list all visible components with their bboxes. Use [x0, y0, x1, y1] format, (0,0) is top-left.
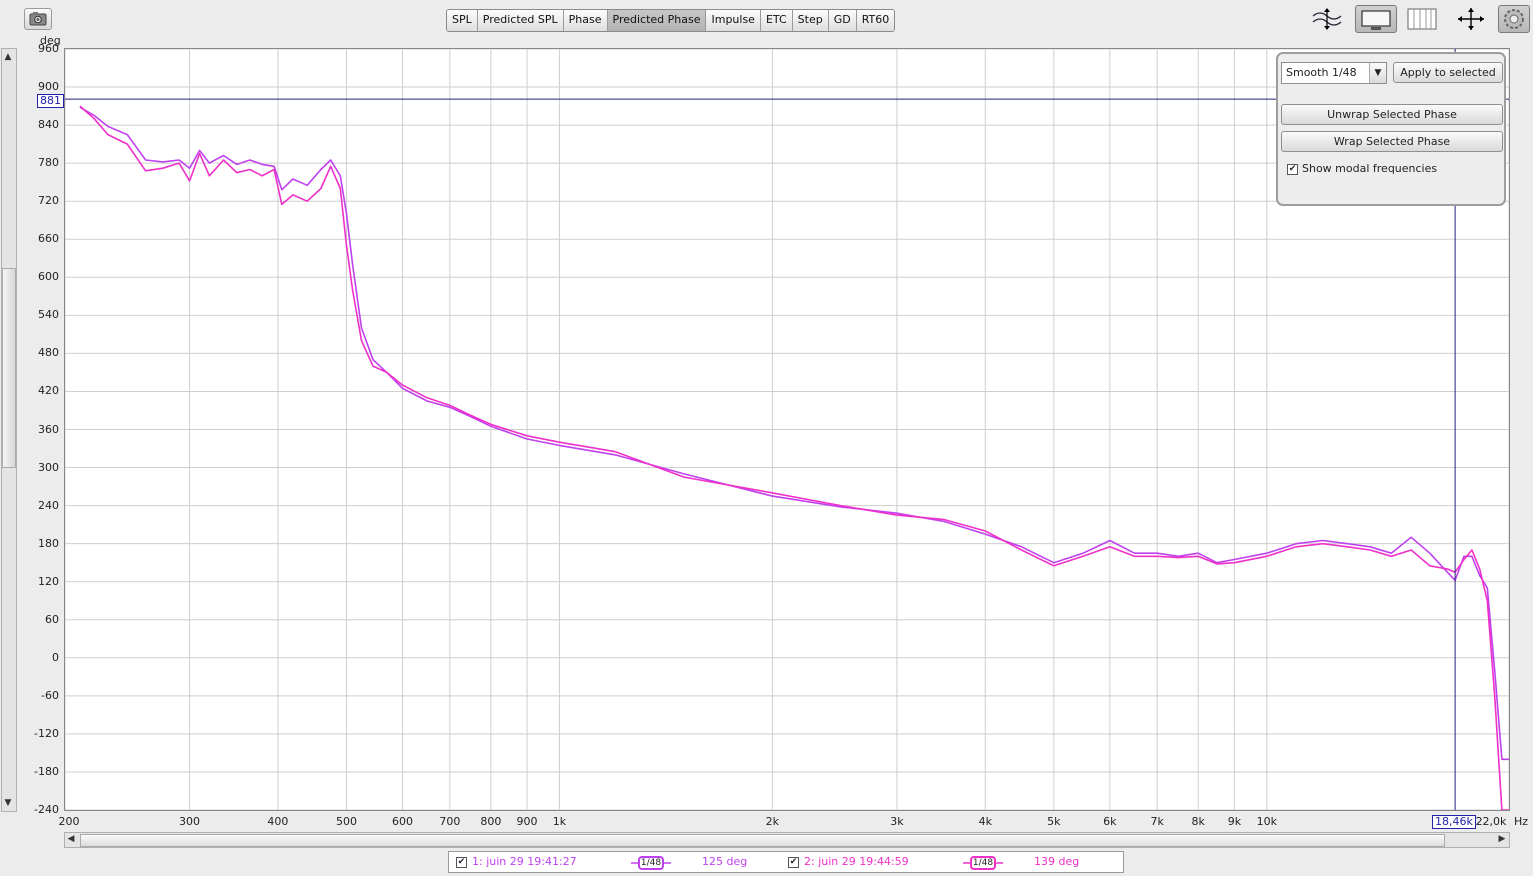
legend-2-checkbox[interactable]: ✔ [788, 857, 799, 868]
y-tick-label: 240 [38, 498, 59, 512]
tab-gd[interactable]: GD [828, 10, 857, 31]
chevron-down-icon[interactable]: ▼ [1369, 63, 1386, 83]
phase-controls-panel: Smooth 1/48 ▼ Apply to selected Unwrap S… [1276, 52, 1506, 206]
settings-button[interactable] [1498, 5, 1530, 33]
legend-1-name: 1: juin 29 19:41:27 [472, 855, 577, 868]
unwrap-phase-button[interactable]: Unwrap Selected Phase [1281, 104, 1503, 125]
x-tick-label: 1k [552, 815, 567, 828]
series-line-2 [79, 105, 1509, 810]
y-tick-label: 780 [38, 156, 59, 170]
tab-predicted-spl[interactable]: Predicted SPL [477, 10, 564, 31]
y-tick-label: -120 [34, 726, 59, 740]
vertical-zoom-icon [1312, 8, 1342, 30]
legend-2-value: 139 deg [1034, 855, 1080, 868]
vertical-scroll-thumb[interactable] [2, 268, 16, 468]
legend-1-smoothing[interactable]: 1/48 [631, 855, 671, 870]
x-tick-label: 500 [335, 815, 357, 828]
y-tick-label: 900 [38, 80, 59, 94]
tab-impulse[interactable]: Impulse [706, 10, 761, 31]
y-tick-label: 180 [38, 536, 59, 550]
y-tick-label: 60 [45, 612, 59, 626]
legend-1-checkbox[interactable]: ✔ [456, 857, 467, 868]
grid-lines-button[interactable] [1404, 5, 1440, 33]
y-tick-label: 840 [38, 118, 59, 132]
y-tick-label: 600 [38, 270, 59, 284]
x-tick-label: 2k [765, 815, 780, 828]
tab-etc[interactable]: ETC [760, 10, 793, 31]
x-tick-label: 7k [1150, 815, 1164, 828]
y-tick-label: 360 [38, 422, 59, 436]
x-tick-label: 400 [267, 815, 289, 828]
x-tick-label: 900 [516, 815, 538, 828]
limits-icon [1361, 10, 1391, 30]
x-tick-label: 8k [1191, 815, 1205, 828]
pan-icon [1458, 8, 1484, 30]
measurement-legend: ✔ 1: juin 29 19:41:27 1/48 125 deg ✔ 2: … [448, 851, 1124, 873]
scroll-right-icon[interactable]: ▶ [1495, 834, 1509, 844]
cursor-x-readout: 18,46k [1432, 815, 1476, 829]
pan-button[interactable] [1453, 5, 1489, 33]
tab-step[interactable]: Step [792, 10, 829, 31]
wrap-phase-button[interactable]: Wrap Selected Phase [1281, 131, 1503, 152]
x-tick-label: 300 [179, 815, 201, 828]
y-tick-label: 0 [52, 650, 59, 664]
y-tick-label: 300 [38, 460, 59, 474]
legend-2-smoothing[interactable]: 1/48 [963, 855, 1003, 870]
tab-rt60[interactable]: RT60 [856, 10, 895, 31]
graph-tabs: SPL Predicted SPL Phase Predicted Phase Impu… [446, 9, 896, 32]
legend-2-name: 2: juin 29 19:44:59 [804, 855, 909, 868]
x-tick-label: 22,0k [1475, 815, 1507, 828]
x-tick-label: 200 [58, 815, 80, 828]
vertical-zoom-button[interactable] [1309, 5, 1345, 33]
tab-phase[interactable]: Phase [563, 10, 608, 31]
y-tick-label: 960 [38, 42, 59, 55]
x-tick-label: 800 [480, 815, 502, 828]
y-tick-label: -240 [34, 803, 59, 816]
y-tick-label: -60 [41, 688, 59, 702]
legend-1-value: 125 deg [702, 855, 748, 868]
modal-frequencies-label: Show modal frequencies [1302, 162, 1438, 175]
y-tick-label: 660 [38, 232, 59, 246]
modal-frequencies-checkbox[interactable]: ✔ [1287, 164, 1298, 175]
settings-icon [1504, 9, 1524, 29]
y-tick-label: 420 [38, 384, 59, 398]
y-tick-label: 720 [38, 194, 59, 208]
x-tick-label: 700 [439, 815, 461, 828]
x-tick-label: 4k [978, 815, 992, 828]
x-tick-label: 6k [1103, 815, 1117, 828]
y-tick-label: 120 [38, 574, 59, 588]
x-tick-label: 3k [890, 815, 904, 828]
smoothing-select[interactable]: Smooth 1/48 ▼ [1281, 62, 1387, 84]
y-tick-label: -180 [34, 764, 59, 778]
tab-predicted-phase[interactable]: Predicted Phase [607, 10, 707, 31]
grid-lines-icon [1407, 8, 1437, 30]
cursor-y-readout: 881 [37, 94, 64, 108]
scroll-left-icon[interactable]: ◀ [64, 834, 78, 844]
tab-spl[interactable]: SPL [447, 10, 478, 31]
camera-icon [29, 12, 47, 26]
x-tick-label: 600 [391, 815, 413, 828]
limits-button[interactable] [1355, 5, 1397, 33]
legend-2-smoothing-badge: 1/48 [970, 856, 996, 870]
y-tick-label: 480 [38, 346, 59, 360]
x-tick-label: 10k [1256, 815, 1277, 828]
legend-1-smoothing-badge: 1/48 [638, 856, 664, 870]
y-tick-label: 540 [38, 308, 59, 322]
smoothing-select-value: Smooth 1/48 [1286, 66, 1357, 79]
horizontal-scroll-thumb[interactable] [80, 834, 1445, 847]
x-tick-label: 9k [1227, 815, 1242, 828]
apply-to-selected-button[interactable]: Apply to selected [1393, 62, 1503, 83]
screenshot-button[interactable] [24, 8, 52, 30]
x-tick-label: 5k [1047, 815, 1061, 828]
x-unit-label: Hz [1514, 815, 1529, 828]
